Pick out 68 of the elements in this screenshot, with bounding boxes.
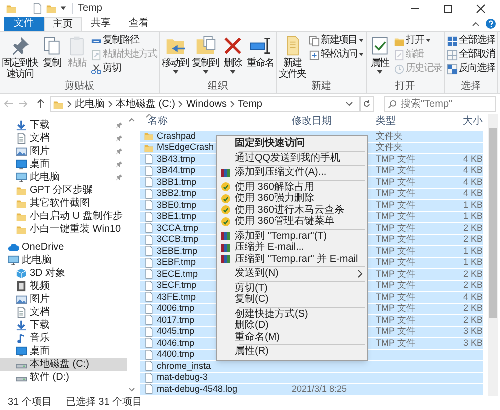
table-cell: TMP 文件 bbox=[376, 234, 416, 246]
table-cell: TMP 文件 bbox=[376, 303, 416, 314]
table-cell: TMP 文件 bbox=[376, 165, 416, 176]
table-cell: 4 KB bbox=[463, 165, 483, 176]
table-cell: TMP 文件 bbox=[376, 257, 416, 268]
table-cell: TMP 文件 bbox=[376, 154, 416, 165]
table-cell: 1 KB bbox=[463, 246, 483, 257]
table-cell: 3 KB bbox=[463, 326, 483, 338]
file-name: 3ECF.tmp bbox=[157, 280, 197, 292]
file-name: 3BE1.tmp bbox=[157, 211, 197, 222]
file-name: Crashpad bbox=[157, 130, 196, 142]
file-name: 3EBF.tmp bbox=[157, 257, 196, 268]
table-cell: 3 KB bbox=[463, 338, 483, 349]
table-cell: 2 KB bbox=[463, 314, 483, 326]
table-cell: TMP 文件 bbox=[376, 326, 416, 338]
file-name: MsEdgeCrash bbox=[157, 142, 214, 154]
table-cell: 4 KB bbox=[463, 154, 483, 165]
window-title: Temp bbox=[78, 2, 102, 16]
file-name: 43FE.tmp bbox=[157, 292, 196, 303]
file-name: 3B44.tmp bbox=[157, 165, 196, 176]
file-name: 4400.tmp bbox=[157, 349, 195, 360]
file-name: 4017.tmp bbox=[157, 314, 195, 326]
table-cell: 4 KB bbox=[463, 188, 483, 200]
group-label: 新建 bbox=[312, 81, 332, 93]
table-cell: TMP 文件 bbox=[376, 292, 416, 303]
file-name: 3CCA.tmp bbox=[157, 222, 199, 234]
table-cell: TMP 文件 bbox=[376, 246, 416, 257]
table-cell: 文件夹 bbox=[376, 130, 403, 142]
file-name: chrome_insta bbox=[157, 360, 212, 372]
table-cell: TMP 文件 bbox=[376, 176, 416, 188]
file-name: 3BE0.tmp bbox=[157, 200, 197, 211]
file-name: 4046.tmp bbox=[157, 338, 195, 349]
table-cell: 2 KB bbox=[463, 234, 483, 246]
table-cell: 2021/3/1 8:25 bbox=[292, 384, 348, 395]
table-cell: 4 KB bbox=[463, 292, 483, 303]
file-name: mat-debug-3 bbox=[157, 372, 208, 384]
table-cell: TMP 文件 bbox=[376, 280, 416, 292]
group-label: 打开 bbox=[396, 81, 416, 93]
group-label: 选择 bbox=[461, 81, 481, 93]
table-cell: TMP 文件 bbox=[376, 268, 416, 280]
table-cell: TMP 文件 bbox=[376, 211, 416, 222]
file-name: 4045.tmp bbox=[157, 326, 195, 338]
table-cell: TMP 文件 bbox=[376, 188, 416, 200]
group-label: 组织 bbox=[208, 81, 228, 93]
group-label: 剪贴板 bbox=[64, 81, 94, 93]
table-cell: 4 KB bbox=[463, 176, 483, 188]
table-cell: 1 KB bbox=[463, 211, 483, 222]
table-cell: 1 KB bbox=[463, 200, 483, 211]
file-name: 4006.tmp bbox=[157, 303, 195, 314]
file-name: 3B43.tmp bbox=[157, 154, 196, 165]
table-cell: 1 KB bbox=[463, 257, 483, 268]
status-text: 31 个项目 bbox=[8, 397, 52, 409]
table-cell: 2 KB bbox=[463, 268, 483, 280]
table-cell: 2 KB bbox=[463, 303, 483, 314]
file-name: 3BB1.tmp bbox=[157, 176, 197, 188]
table-cell: 2 KB bbox=[463, 280, 483, 292]
file-name: 3CCB.tmp bbox=[157, 234, 199, 246]
table-cell: 文件夹 bbox=[376, 142, 403, 154]
file-name: 3ECE.tmp bbox=[157, 268, 198, 280]
status-text: 已选择 31 个项目 bbox=[66, 397, 143, 409]
table-cell: TMP 文件 bbox=[376, 338, 416, 349]
table-cell: TMP 文件 bbox=[376, 314, 416, 326]
file-name: 3BB2.tmp bbox=[157, 188, 197, 200]
table-cell: TMP 文件 bbox=[376, 200, 416, 211]
file-name: mat-debug-4548.log bbox=[157, 384, 238, 395]
table-cell: 2 KB bbox=[463, 222, 483, 234]
file-name: 3EBE.tmp bbox=[157, 246, 198, 257]
table-cell: TMP 文件 bbox=[376, 222, 416, 234]
